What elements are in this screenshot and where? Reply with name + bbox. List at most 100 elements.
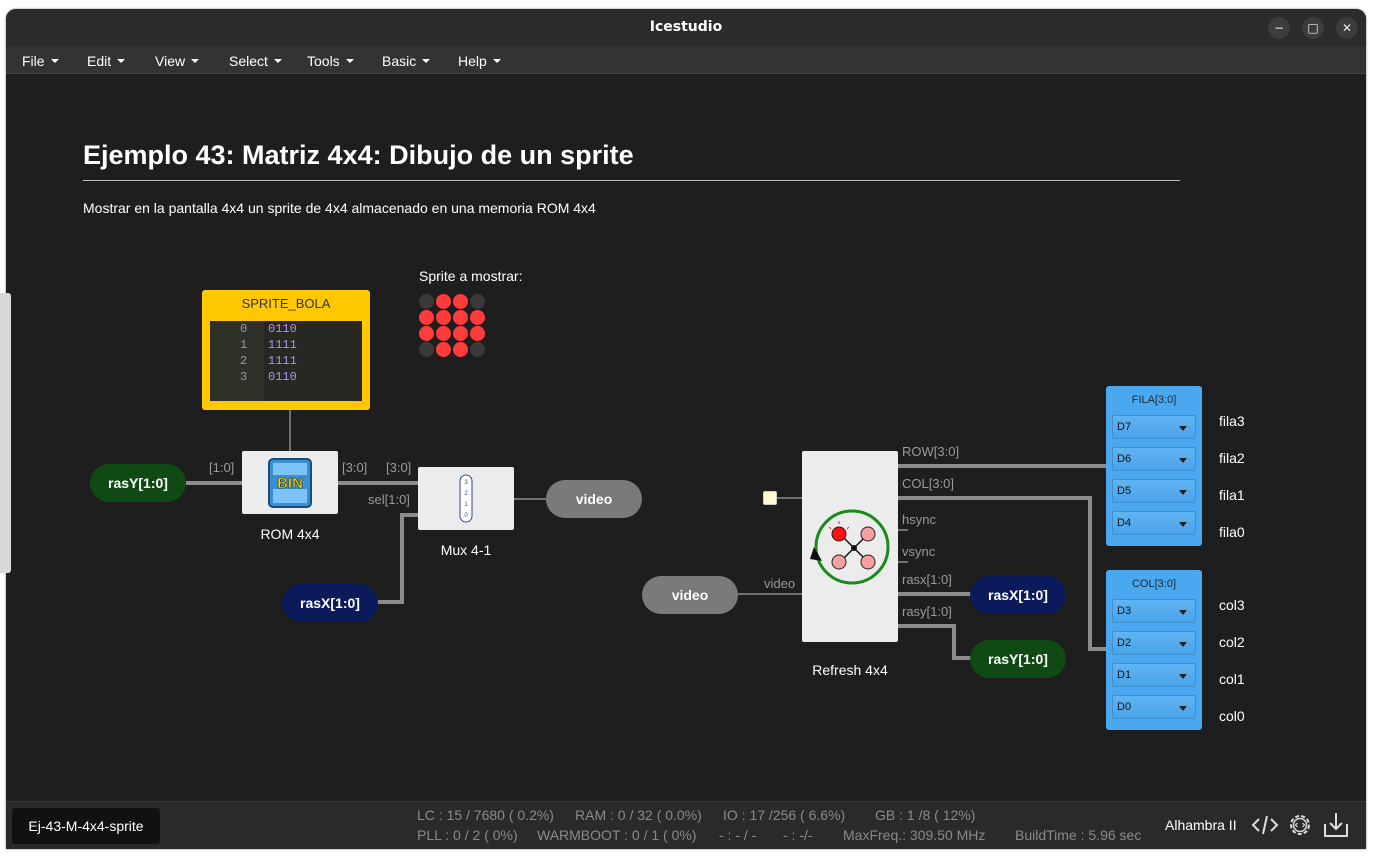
rom-line-value: 0110 — [268, 322, 297, 336]
stat-io: IO : 17 /256 ( 6.6%) — [723, 807, 846, 823]
rom4x4-block[interactable]: BIN — [242, 451, 338, 514]
rom-memory-block[interactable]: SPRITE_BOLA 0 0110 1 1111 2 1111 3 0110 — [202, 290, 370, 410]
fila-panel-title: FILA[3:0] — [1131, 394, 1177, 406]
pin-value: D0 — [1117, 701, 1132, 713]
wire-label-3-0: [3:0] — [386, 460, 412, 475]
mux-block[interactable]: 3 2 1 0 — [418, 467, 514, 530]
led-on — [453, 294, 468, 309]
settings-icon[interactable] — [1285, 810, 1315, 840]
led-off — [470, 342, 485, 357]
output-video[interactable]: video — [546, 480, 642, 518]
stat-buildtime: BuildTime : 5.96 sec — [1015, 827, 1142, 843]
dropdown-arrow-icon — [1179, 458, 1187, 463]
menu-basic[interactable]: Basic — [382, 53, 431, 69]
wire-label-sel: sel[1:0] — [368, 492, 410, 507]
col-output-panel[interactable]: COL[3:0] D3 D2 D1 D0 — [1106, 570, 1202, 730]
menu-edit-label: Edit — [87, 53, 112, 69]
refresh-block[interactable] — [802, 451, 898, 642]
left-dock-edge — [0, 293, 11, 573]
clock-input[interactable] — [763, 491, 777, 505]
close-button[interactable]: ✕ — [1336, 17, 1358, 39]
led-on — [436, 294, 451, 309]
pin-name-col3: col3 — [1219, 597, 1245, 613]
pin-select-col0[interactable]: D0 — [1112, 695, 1196, 719]
board-name[interactable]: Alhambra II — [1165, 817, 1237, 833]
menu-select[interactable]: Select — [229, 53, 282, 69]
caret-down-icon — [50, 59, 59, 63]
pin-select-col3[interactable]: D3 — [1112, 599, 1196, 623]
input-rasy[interactable]: rasY[1:0] — [90, 464, 186, 502]
output-rasx[interactable]: rasX[1:0] — [970, 576, 1066, 614]
menu-bar: File Edit View Select Tools Basic Help — [6, 46, 1366, 74]
led-off — [470, 294, 485, 309]
pin-value: D6 — [1117, 453, 1132, 465]
wire-label-rasx: rasx[1:0] — [902, 572, 952, 587]
caret-down-icon — [492, 59, 501, 63]
menu-view[interactable]: View — [155, 53, 200, 69]
led-on — [436, 310, 451, 325]
pin-value: D3 — [1117, 605, 1132, 617]
dropdown-arrow-icon — [1179, 522, 1187, 527]
caret-down-icon — [422, 59, 431, 63]
pin-select-col2[interactable]: D2 — [1112, 631, 1196, 655]
rom-editor[interactable]: 0 0110 1 1111 2 1111 3 0110 — [210, 321, 362, 401]
wire-refresh-rasy — [898, 624, 972, 660]
stat-warmboot: WARMBOOT : 0 / 1 ( 0%) — [537, 827, 697, 843]
pin-value: D7 — [1117, 421, 1132, 433]
stat-lc: LC : 15 / 7680 ( 0.2%) — [417, 807, 554, 823]
wire-label-1-0: [1:0] — [209, 460, 235, 475]
menu-tools-label: Tools — [307, 53, 340, 69]
menu-edit[interactable]: Edit — [87, 53, 126, 69]
stat-ram: RAM : 0 / 32 ( 0.0%) — [575, 807, 702, 823]
led-off — [419, 342, 434, 357]
menu-file-label: File — [22, 53, 45, 69]
menu-file[interactable]: File — [22, 53, 59, 69]
led-off — [419, 294, 434, 309]
dropdown-arrow-icon — [1179, 610, 1187, 615]
menu-tools[interactable]: Tools — [307, 53, 354, 69]
pin-select-fila3[interactable]: D7 — [1112, 415, 1196, 439]
file-tab[interactable]: Ej-43-M-4x4-sprite — [12, 808, 160, 844]
pin-name-fila2: fila2 — [1219, 450, 1245, 466]
wire-label-rasy: rasy[1:0] — [902, 604, 952, 619]
wire-label-col: COL[3:0] — [902, 476, 955, 491]
caret-down-icon — [117, 59, 126, 63]
input-rasx[interactable]: rasX[1:0] — [282, 584, 378, 622]
rom-line-number: 1 — [240, 338, 248, 352]
rom4x4-label: ROM 4x4 — [260, 526, 320, 542]
output-rasy[interactable]: rasY[1:0] — [970, 640, 1066, 678]
fila-output-panel[interactable]: FILA[3:0] D7 D6 D5 D4 — [1106, 386, 1202, 546]
refresh-label: Refresh 4x4 — [812, 662, 888, 678]
code-icon[interactable] — [1250, 810, 1280, 840]
pin-select-fila1[interactable]: D5 — [1112, 479, 1196, 503]
dropdown-arrow-icon — [1179, 706, 1187, 711]
caret-down-icon — [191, 59, 200, 63]
pin-name-col1: col1 — [1219, 671, 1245, 687]
stat-maxfreq: MaxFreq.: 309.50 MHz — [843, 827, 986, 843]
minimize-button[interactable]: − — [1268, 17, 1290, 39]
dropdown-arrow-icon — [1179, 490, 1187, 495]
wire-label-video: video — [764, 576, 796, 591]
window-title: Icestudio — [649, 19, 723, 35]
refresh-icon — [810, 509, 890, 585]
rom-line-value: 1111 — [268, 338, 297, 352]
pin-select-fila2[interactable]: D6 — [1112, 447, 1196, 471]
rom-gutter — [210, 321, 264, 401]
rom-line-number: 0 — [240, 322, 248, 336]
dropdown-arrow-icon — [1179, 426, 1187, 431]
led-on — [419, 326, 434, 341]
led-on — [453, 326, 468, 341]
menu-help[interactable]: Help — [458, 53, 501, 69]
mux-icon: 3 2 1 0 — [459, 474, 473, 523]
upload-icon[interactable] — [1321, 810, 1351, 840]
maximize-button[interactable]: □ — [1302, 17, 1324, 39]
wire-rasx-mux — [376, 513, 418, 604]
pin-select-col1[interactable]: D1 — [1112, 663, 1196, 687]
rom-name: SPRITE_BOLA — [241, 296, 331, 311]
input-video[interactable]: video — [642, 576, 738, 614]
design-canvas[interactable]: Ejemplo 43: Matriz 4x4: Dibujo de un spr… — [6, 75, 1366, 801]
pin-name-fila0: fila0 — [1219, 524, 1245, 540]
led-on — [436, 326, 451, 341]
caret-down-icon — [345, 59, 354, 63]
pin-select-fila0[interactable]: D4 — [1112, 511, 1196, 535]
